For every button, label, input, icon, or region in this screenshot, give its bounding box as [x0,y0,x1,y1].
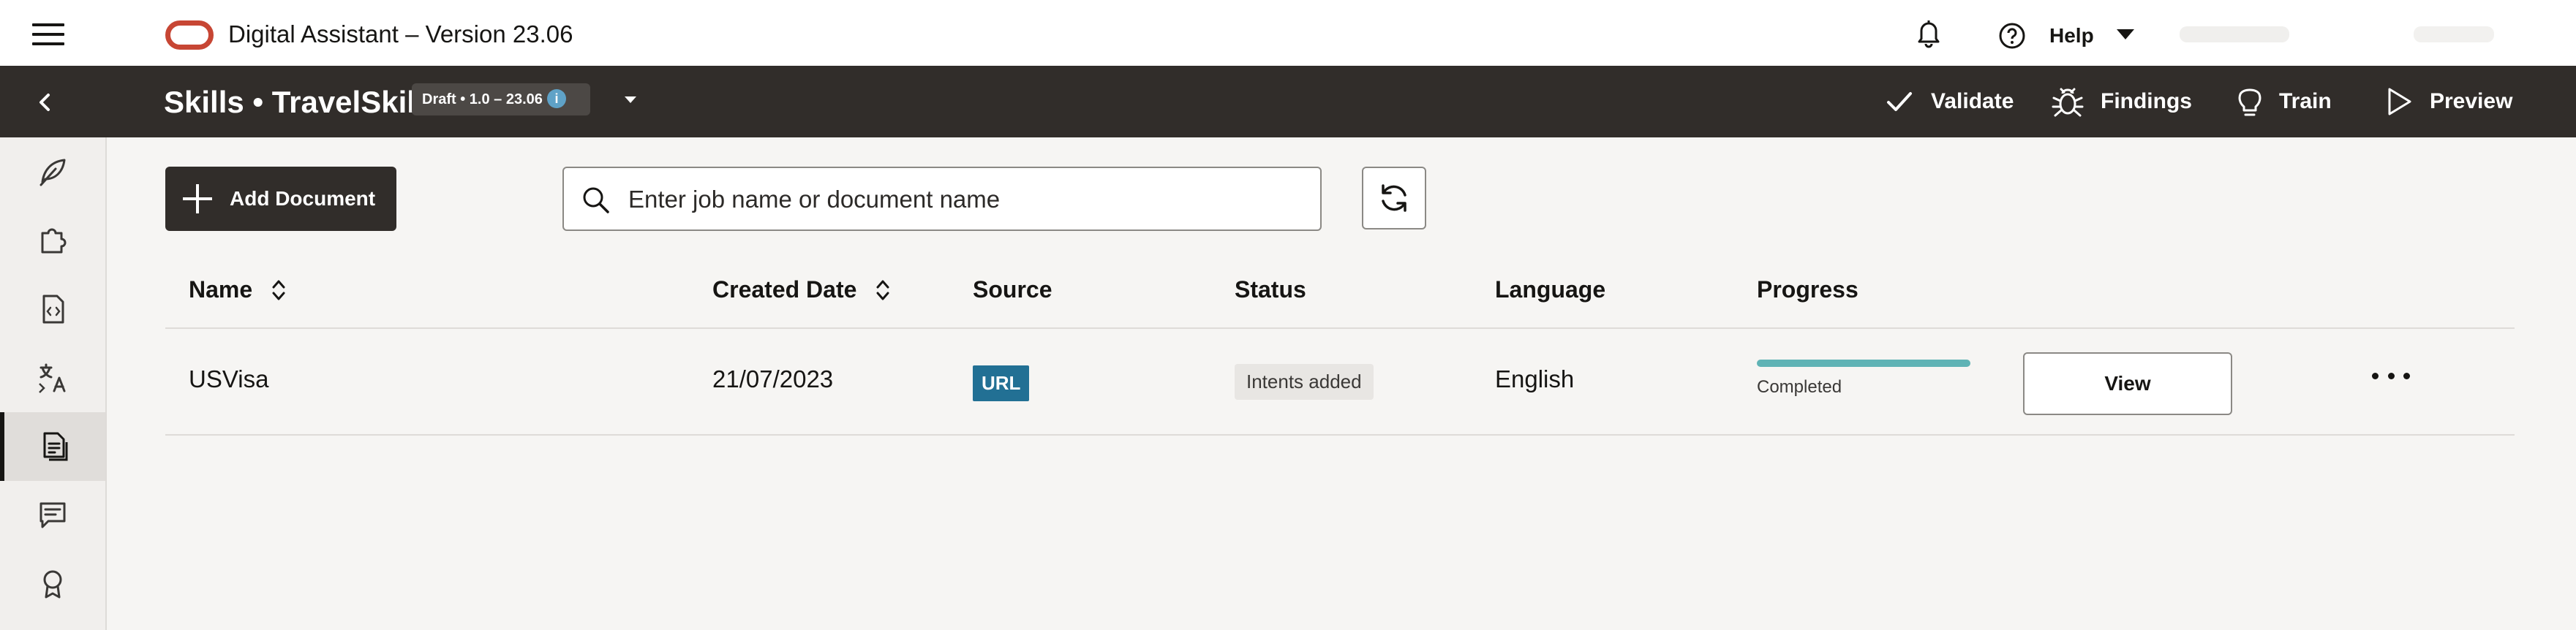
translate-icon [39,363,66,393]
skill-context-bar: Skills • TravelSkill Draft • 1.0 – 23.06… [0,66,2576,137]
help-circle-icon[interactable] [1998,22,2026,50]
version-dropdown-icon[interactable] [625,96,636,103]
search-input[interactable] [628,181,1301,218]
column-header-source: Source [973,276,1052,303]
source-badge: URL [973,365,1030,401]
column-header-language: Language [1495,276,1606,303]
puzzle-icon [41,228,67,254]
chevron-down-icon[interactable] [2117,29,2134,39]
sort-icon[interactable] [270,278,287,303]
bug-icon [2052,88,2084,117]
status-badge: Intents added [1235,364,1374,400]
document-icon [43,432,68,461]
user-name-redacted [2180,26,2289,42]
created-date: 21/07/2023 [712,365,834,392]
play-icon [2388,88,2411,115]
bell-icon[interactable] [1912,16,1946,50]
check-icon [1887,92,1912,111]
findings-label: Findings [2101,89,2192,113]
help-menu-label[interactable]: Help [2049,24,2094,48]
plus-icon [183,184,212,213]
column-header-label: Name [189,276,253,303]
chat-icon [39,502,66,528]
search-icon [583,187,609,213]
column-header-status: Status [1235,276,1306,303]
code-file-icon [42,295,64,324]
train-label: Train [2279,89,2332,113]
validate-label: Validate [1931,89,2014,113]
award-icon [43,570,62,599]
sidebar-item-translate[interactable] [0,344,105,412]
train-button[interactable]: Train [2237,82,2332,121]
user-menu-redacted[interactable] [2414,26,2494,42]
column-header-name[interactable]: Name [189,276,287,303]
validate-button[interactable]: Validate [1884,82,2014,121]
hamburger-menu-icon[interactable] [32,23,64,45]
add-document-button[interactable]: Add Document [165,167,396,231]
info-icon[interactable]: i [547,89,566,108]
sidebar-item-documents[interactable] [0,412,105,481]
column-header-created-date[interactable]: Created Date [712,276,892,303]
sidebar-item-conversations[interactable] [0,481,105,550]
findings-button[interactable]: Findings [2051,82,2192,121]
table-row: USVisa 21/07/2023 URL Intents added Engl… [165,329,2515,436]
sort-icon[interactable] [874,278,892,303]
view-button[interactable]: View [2023,352,2232,415]
add-document-label: Add Document [230,187,376,210]
top-header: Digital Assistant – Version 23.06 Help [0,0,2576,66]
back-arrow-icon[interactable] [32,89,59,115]
preview-label: Preview [2430,89,2513,113]
progress-bar-fill [1757,360,1970,367]
progress-bar [1757,360,1970,367]
left-nav-rail [0,137,107,630]
sidebar-item-code-file[interactable] [0,275,105,344]
feather-icon [39,159,66,186]
refresh-icon [1382,184,1406,212]
language: English [1495,365,1575,392]
sidebar-item-award[interactable] [0,550,105,618]
progress-label: Completed [1757,377,1842,397]
oracle-logo [165,20,214,50]
search-field[interactable] [562,167,1322,231]
more-actions-icon[interactable] [2372,368,2410,383]
breadcrumb: Skills • TravelSkill [164,85,424,119]
app-title: Digital Assistant – Version 23.06 [228,20,573,48]
column-header-progress: Progress [1757,276,1858,303]
row-divider [165,434,2515,436]
refresh-button[interactable] [1362,167,1426,229]
column-header-label: Created Date [712,276,857,303]
document-name: USVisa [189,365,269,392]
preview-button[interactable]: Preview [2384,82,2512,121]
sidebar-item-puzzle[interactable] [0,206,105,275]
lightbulb-icon [2238,88,2261,116]
sidebar-item-feather[interactable] [0,137,105,206]
